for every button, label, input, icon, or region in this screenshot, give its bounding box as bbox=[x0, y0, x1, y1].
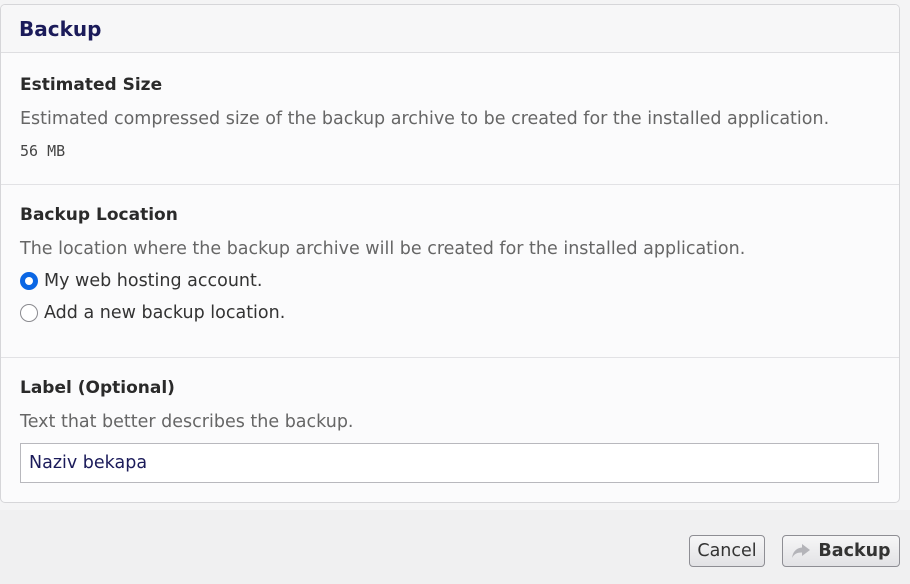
radio-option-new-location[interactable]: Add a new backup location. bbox=[20, 302, 880, 324]
estimated-size-heading: Estimated Size bbox=[20, 75, 163, 95]
radio-button-new-location[interactable] bbox=[20, 304, 38, 322]
label-input[interactable] bbox=[20, 443, 879, 483]
backup-button[interactable]: Backup bbox=[782, 535, 900, 567]
estimated-size-description: Estimated compressed size of the backup … bbox=[20, 109, 830, 129]
share-arrow-icon bbox=[792, 544, 811, 558]
radio-label-new-location[interactable]: Add a new backup location. bbox=[44, 303, 285, 323]
backup-location-heading: Backup Location bbox=[20, 205, 178, 225]
label-heading: Label (Optional) bbox=[20, 378, 175, 398]
cancel-button-label: Cancel bbox=[697, 541, 757, 561]
panel-title: Backup bbox=[19, 17, 102, 41]
backup-panel: Backup Estimated Size Estimated compress… bbox=[0, 4, 900, 503]
radio-button-web-hosting[interactable] bbox=[20, 272, 38, 290]
panel-header: Backup bbox=[1, 5, 899, 53]
radio-label-web-hosting[interactable]: My web hosting account. bbox=[44, 271, 262, 291]
label-description: Text that better describes the backup. bbox=[20, 412, 354, 432]
estimated-size-section: Estimated Size Estimated compressed size… bbox=[1, 53, 899, 185]
backup-location-section: Backup Location The location where the b… bbox=[1, 185, 899, 358]
dialog-footer: Cancel Backup bbox=[0, 510, 910, 584]
backup-location-description: The location where the backup archive wi… bbox=[20, 239, 746, 259]
cancel-button[interactable]: Cancel bbox=[689, 535, 765, 567]
estimated-size-value: 56 MB bbox=[20, 142, 66, 160]
radio-option-web-hosting[interactable]: My web hosting account. bbox=[20, 270, 880, 292]
backup-button-label: Backup bbox=[818, 541, 891, 561]
label-section: Label (Optional) Text that better descri… bbox=[1, 358, 899, 501]
